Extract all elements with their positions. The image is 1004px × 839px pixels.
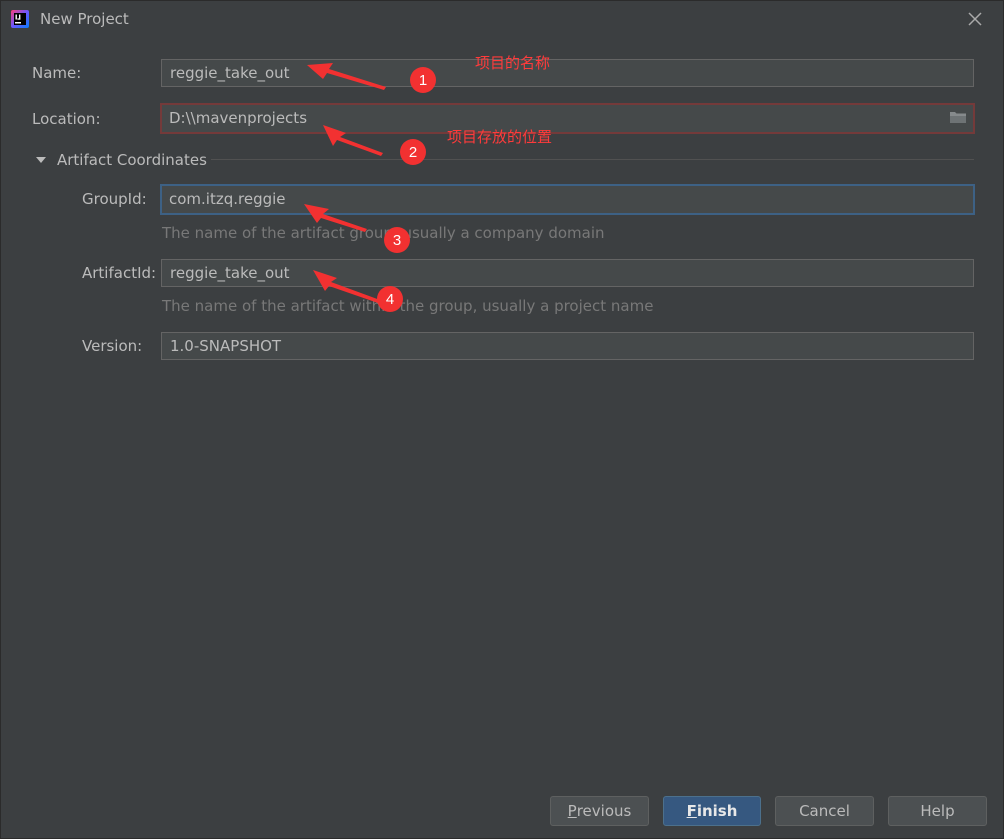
close-icon [968, 12, 982, 26]
name-field[interactable]: reggie_take_out [161, 59, 974, 87]
previous-button[interactable]: Previous [550, 796, 649, 826]
location-field-value: D:\\mavenprojects [169, 109, 308, 127]
cancel-label: Cancel [799, 802, 850, 820]
help-label: Help [920, 802, 955, 820]
artifactid-field[interactable]: reggie_take_out [161, 259, 974, 287]
artifact-coordinates-toggle[interactable]: Artifact Coordinates [35, 149, 207, 171]
annotation-note-2: 项目存放的位置 [447, 128, 553, 146]
help-button[interactable]: Help [888, 796, 987, 826]
version-field-value: 1.0-SNAPSHOT [170, 337, 282, 355]
annotation-badge-2: 2 [400, 139, 426, 165]
artifactid-label: ArtifactId: [82, 264, 157, 282]
artifactid-hint: The name of the artifact within the grou… [162, 297, 654, 315]
name-field-value: reggie_take_out [170, 64, 290, 82]
groupid-field-value: com.itzq.reggie [169, 190, 286, 208]
location-label: Location: [32, 110, 101, 128]
previous-mnemonic: P [567, 802, 577, 820]
window-title: New Project [40, 10, 129, 28]
annotation-badge-1: 1 [410, 67, 436, 93]
name-label: Name: [32, 64, 82, 82]
folder-icon[interactable] [949, 110, 967, 124]
annotation-note-1: 项目的名称 [475, 54, 551, 72]
title-bar: New Project [1, 1, 1003, 37]
version-field[interactable]: 1.0-SNAPSHOT [161, 332, 974, 360]
version-label: Version: [82, 337, 143, 355]
location-field[interactable]: D:\\mavenprojects [160, 103, 975, 134]
groupid-field[interactable]: com.itzq.reggie [160, 184, 975, 215]
new-project-dialog: New Project Name: reggie_take_out Locati… [0, 0, 1004, 839]
cancel-button[interactable]: Cancel [775, 796, 874, 826]
intellij-idea-icon [11, 10, 29, 28]
artifactid-field-value: reggie_take_out [170, 264, 290, 282]
section-title: Artifact Coordinates [57, 151, 207, 169]
section-divider [211, 159, 974, 160]
groupid-label: GroupId: [82, 190, 147, 208]
finish-mnemonic: F [686, 802, 697, 820]
finish-button[interactable]: Finish [663, 796, 761, 826]
previous-label: revious [576, 802, 632, 820]
annotation-badge-3: 3 [384, 227, 410, 253]
annotation-badge-4: 4 [377, 286, 403, 312]
close-button[interactable] [963, 7, 987, 31]
finish-label: inish [696, 802, 738, 820]
triangle-down-icon [36, 157, 46, 163]
